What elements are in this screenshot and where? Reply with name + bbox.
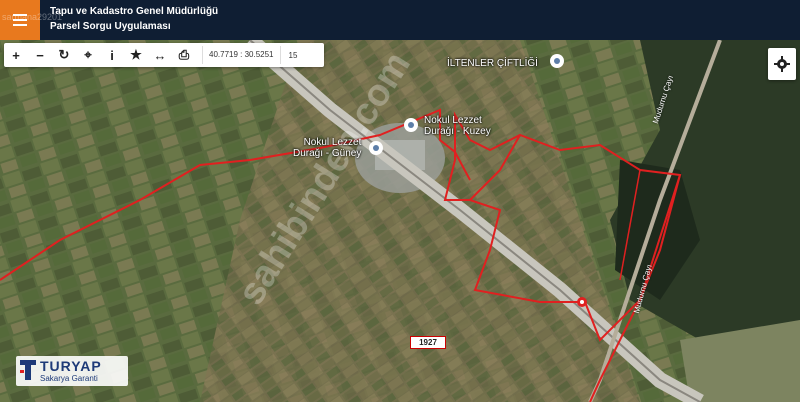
coordinates-readout: 40.7719 : 30.5251: [202, 46, 281, 64]
gear-icon: [774, 56, 790, 72]
settings-button[interactable]: [768, 48, 796, 80]
star-icon: ★: [130, 47, 142, 62]
zoom-in-button[interactable]: +: [4, 43, 28, 67]
refresh-button[interactable]: ↻: [52, 43, 76, 67]
locate-icon: ⌖: [84, 47, 92, 62]
zoom-out-icon: −: [36, 47, 44, 63]
locate-button[interactable]: ⌖: [76, 43, 100, 67]
refresh-icon: ↻: [58, 47, 70, 62]
parcel-number-label: 1927: [410, 336, 446, 349]
turyap-logo: TURYAP Sakarya Garanti: [16, 356, 128, 386]
place-label-kuzey: Nokul Lezzet Durağı - Kuzey: [424, 115, 491, 137]
print-icon: ⎙: [178, 47, 190, 62]
app-subtitle: Parsel Sorgu Uygulaması: [50, 21, 171, 32]
place-label-guney-line1: Nokul Lezzet: [303, 137, 362, 148]
app-title: Tapu ve Kadastro Genel Müdürlüğü: [50, 6, 219, 17]
place-label-guney-line2: Durağı - Güney: [293, 148, 362, 159]
info-button[interactable]: i: [100, 43, 124, 67]
place-label-kuzey-line2: Durağı - Kuzey: [424, 126, 491, 137]
favorite-button[interactable]: ★: [124, 43, 148, 67]
place-label-kuzey-line1: Nokul Lezzet: [424, 115, 482, 126]
measure-button[interactable]: ↔: [148, 43, 172, 67]
print-button[interactable]: ⎙: [172, 43, 196, 67]
info-icon: i: [110, 47, 114, 63]
satellite-map[interactable]: sahibinden.com İLTENLER ÇİFTLİĞİ Nokul L…: [0, 40, 800, 402]
zoom-in-icon: +: [12, 47, 20, 63]
logo-name: TURYAP: [40, 358, 102, 374]
logo-tagline: Sakarya Garanti: [40, 374, 98, 383]
measure-icon: ↔: [153, 47, 167, 63]
logo-mark-icon: [20, 360, 36, 380]
map-toolbar: + − ↻ ⌖ i ★ ↔ ⎙ 40.7719 : 30.5251 15: [4, 43, 324, 67]
zoom-out-button[interactable]: −: [28, 43, 52, 67]
app-header: sarmana29201 Tapu ve Kadastro Genel Müdü…: [0, 0, 800, 40]
zoom-level-readout: 15: [288, 50, 298, 60]
location-pin-icon[interactable]: [368, 140, 384, 156]
place-label-guney: Nokul Lezzet Durağı - Güney: [293, 137, 361, 159]
location-pin-icon[interactable]: [549, 53, 565, 69]
place-label-iltenler: İLTENLER ÇİFTLİĞİ: [447, 58, 538, 69]
location-pin-icon[interactable]: [403, 117, 419, 133]
